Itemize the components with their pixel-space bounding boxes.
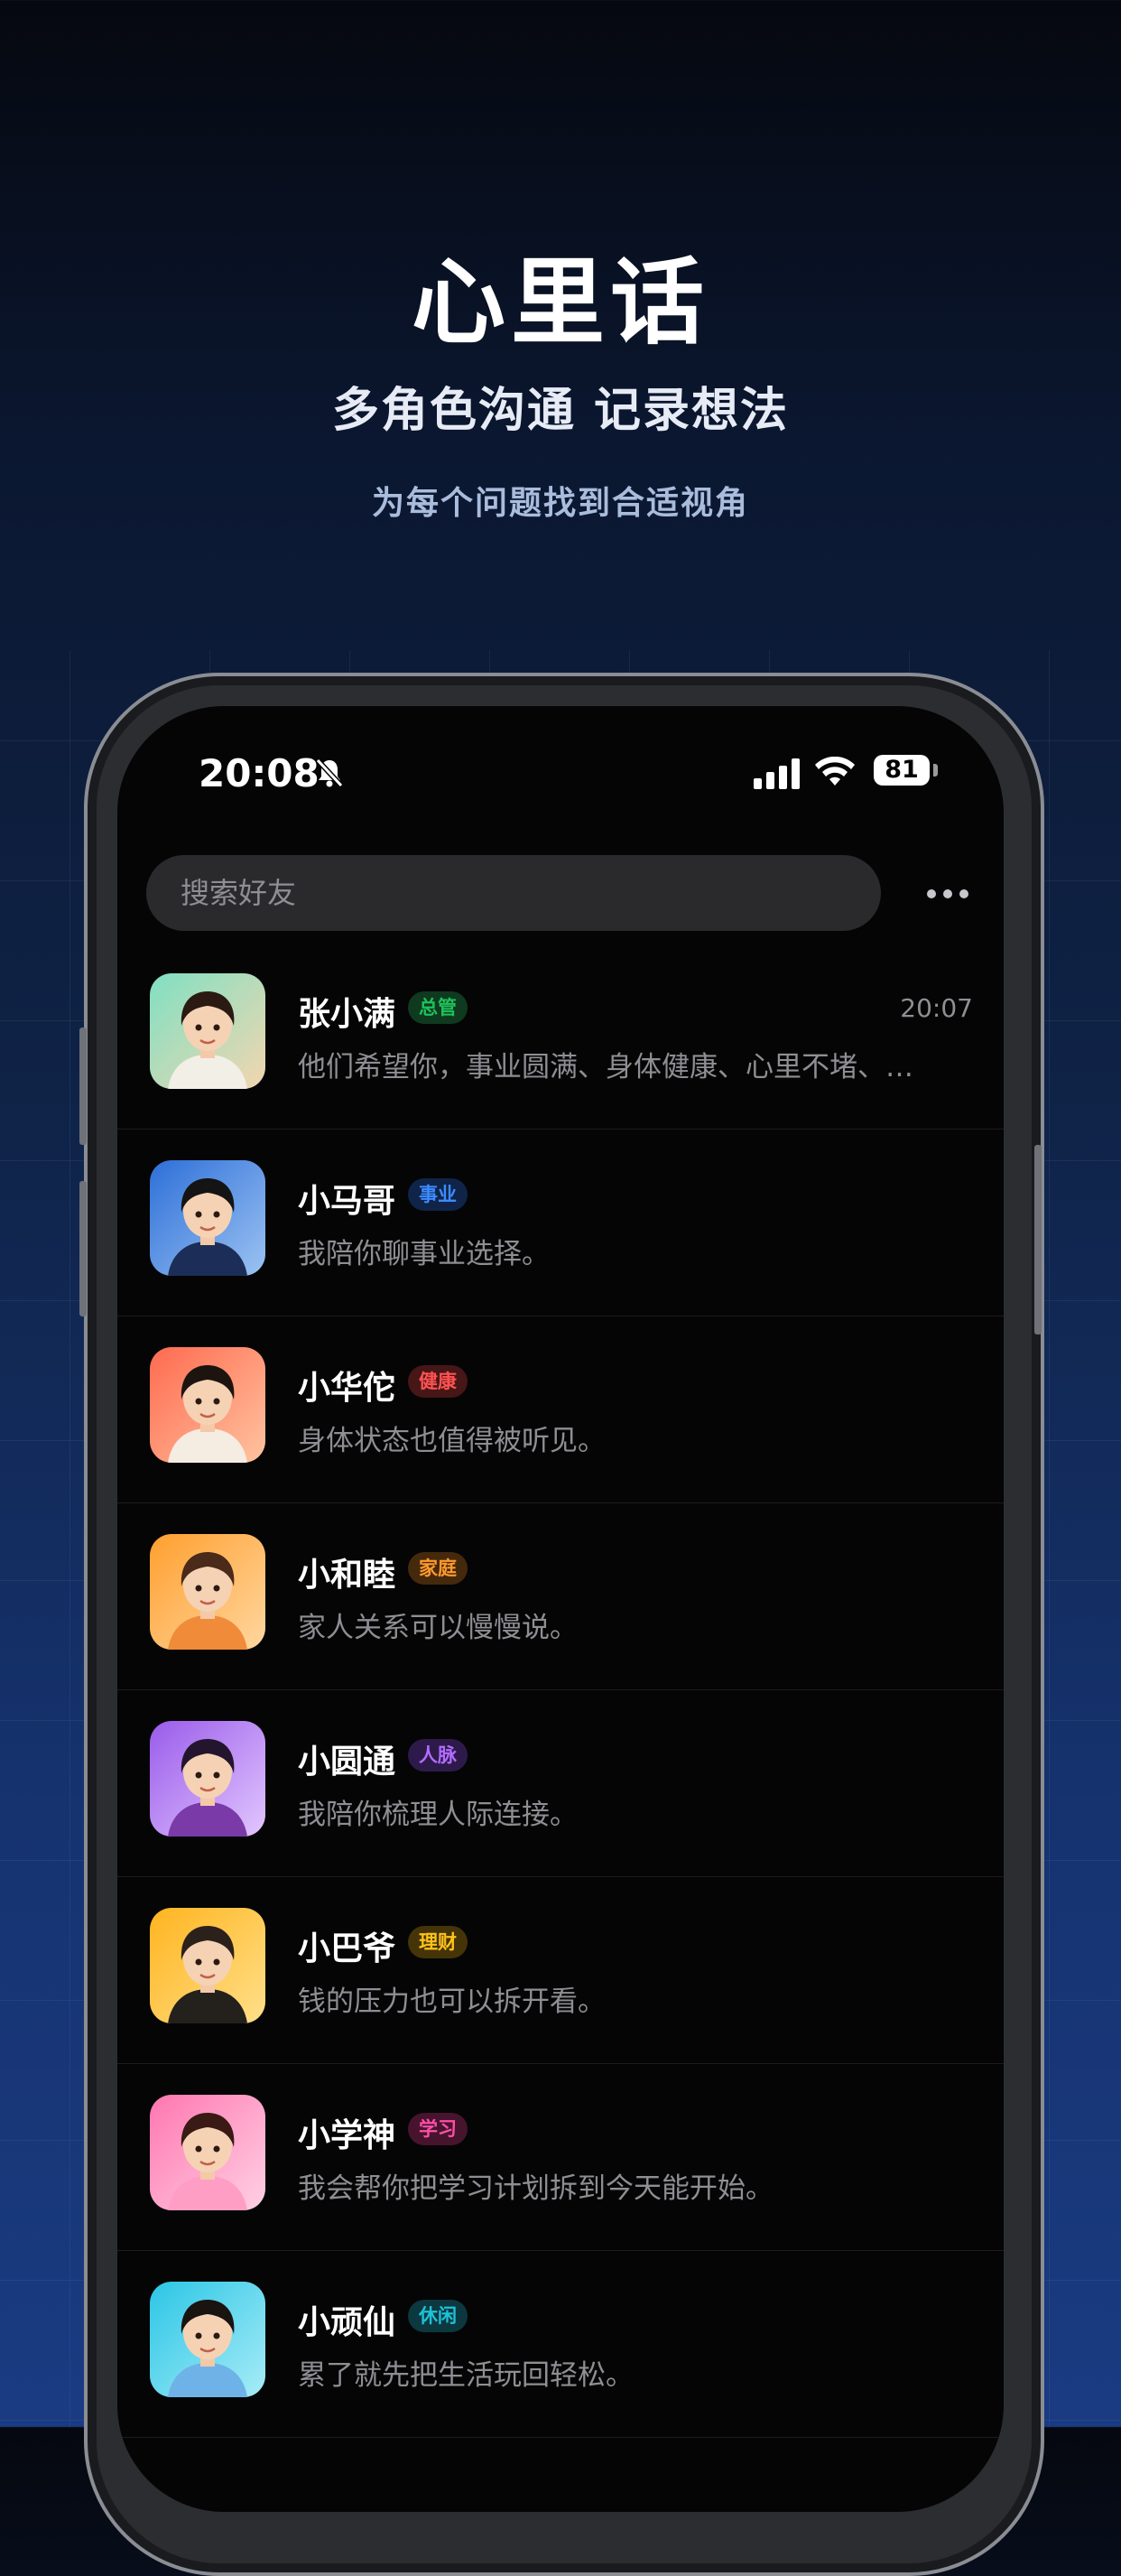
wifi-icon [814,756,856,791]
contact-name: 小学神 [298,2117,396,2154]
hero-title: 心里话 [411,247,709,358]
list-item[interactable]: 小学神 学习我会帮你把学习计划拆到今天能开始。 [117,2064,1004,2251]
last-message: 他们希望你，事业圆满、身体健康、心里不堵、… [298,1051,913,1083]
last-message: 累了就先把生活玩回轻松。 [298,2359,634,2392]
role-badge: 理财 [408,1926,468,1958]
contact-name: 小圆通 [298,1744,396,1781]
last-message: 钱的压力也可以拆开看。 [298,1985,606,2018]
phone-power-button [1034,1145,1042,1334]
avatar [150,2282,265,2397]
list-item[interactable]: 张小满 总管他们希望你，事业圆满、身体健康、心里不堵、… 20:07 [117,943,1004,1130]
list-item[interactable]: 小圆通 人脉我陪你梳理人际连接。 [117,1690,1004,1877]
role-badge: 健康 [408,1365,468,1398]
status-time: 20:08 [199,751,320,795]
role-badge: 人脉 [408,1739,468,1772]
role-badge: 事业 [408,1178,468,1211]
last-message: 我陪你聊事业选择。 [298,1238,550,1270]
avatar [150,1347,265,1463]
contact-name: 小和睦 [298,1557,396,1594]
phone-side-button [79,1028,87,1145]
avatar [150,1534,265,1650]
ellipsis-icon[interactable] [912,876,984,912]
role-badge: 家庭 [408,1552,468,1585]
avatar [150,1160,265,1276]
role-badge: 学习 [408,2113,468,2145]
last-message: 我会帮你把学习计划拆到今天能开始。 [298,2172,774,2205]
contact-list: 张小满 总管他们希望你，事业圆满、身体健康、心里不堵、… 20:07 小马哥 事业我陪你… [117,943,1004,2438]
last-message: 身体状态也值得被听见。 [298,1425,606,1457]
phone-side-button [79,1181,87,1316]
hero-subtitle: 多角色沟通 记录想法 [331,384,790,438]
search-input[interactable] [146,855,881,931]
contact-name: 小顽仙 [298,2304,396,2341]
phone-screen: 20:08 81 搜索好友 张小满 总管 他们希望你，事业圆满、身体健康、心里不… [117,706,1004,2512]
signal-icon [754,758,804,793]
contact-name: 张小满 [298,996,396,1033]
status-bar: 20:08 81 [117,706,1004,832]
last-message: 家人关系可以慢慢说。 [298,1612,578,1644]
role-badge: 总管 [408,991,468,1024]
bell-slash-icon [314,757,345,793]
contact-name: 小巴爷 [298,1930,396,1967]
avatar [150,973,265,1089]
battery-tip [933,764,938,777]
list-item[interactable]: 小顽仙 休闲累了就先把生活玩回轻松。 [117,2251,1004,2438]
avatar [150,1721,265,1837]
hero-tagline: 为每个问题找到合适视角 [371,485,749,522]
avatar [150,1908,265,2023]
last-message: 我陪你梳理人际连接。 [298,1799,578,1831]
contact-name: 小马哥 [298,1183,396,1220]
list-item[interactable]: 小和睦 家庭家人关系可以慢慢说。 [117,1503,1004,1690]
battery-icon: 81 [874,755,930,786]
list-item[interactable]: 小巴爷 理财钱的压力也可以拆开看。 [117,1877,1004,2064]
contact-name: 小华佗 [298,1370,396,1407]
role-badge: 休闲 [408,2300,468,2332]
list-item[interactable]: 小马哥 事业我陪你聊事业选择。 [117,1130,1004,1316]
list-item[interactable]: 小华佗 健康身体状态也值得被听见。 [117,1316,1004,1503]
message-time: 20:07 [900,993,973,1023]
avatar [150,2095,265,2210]
